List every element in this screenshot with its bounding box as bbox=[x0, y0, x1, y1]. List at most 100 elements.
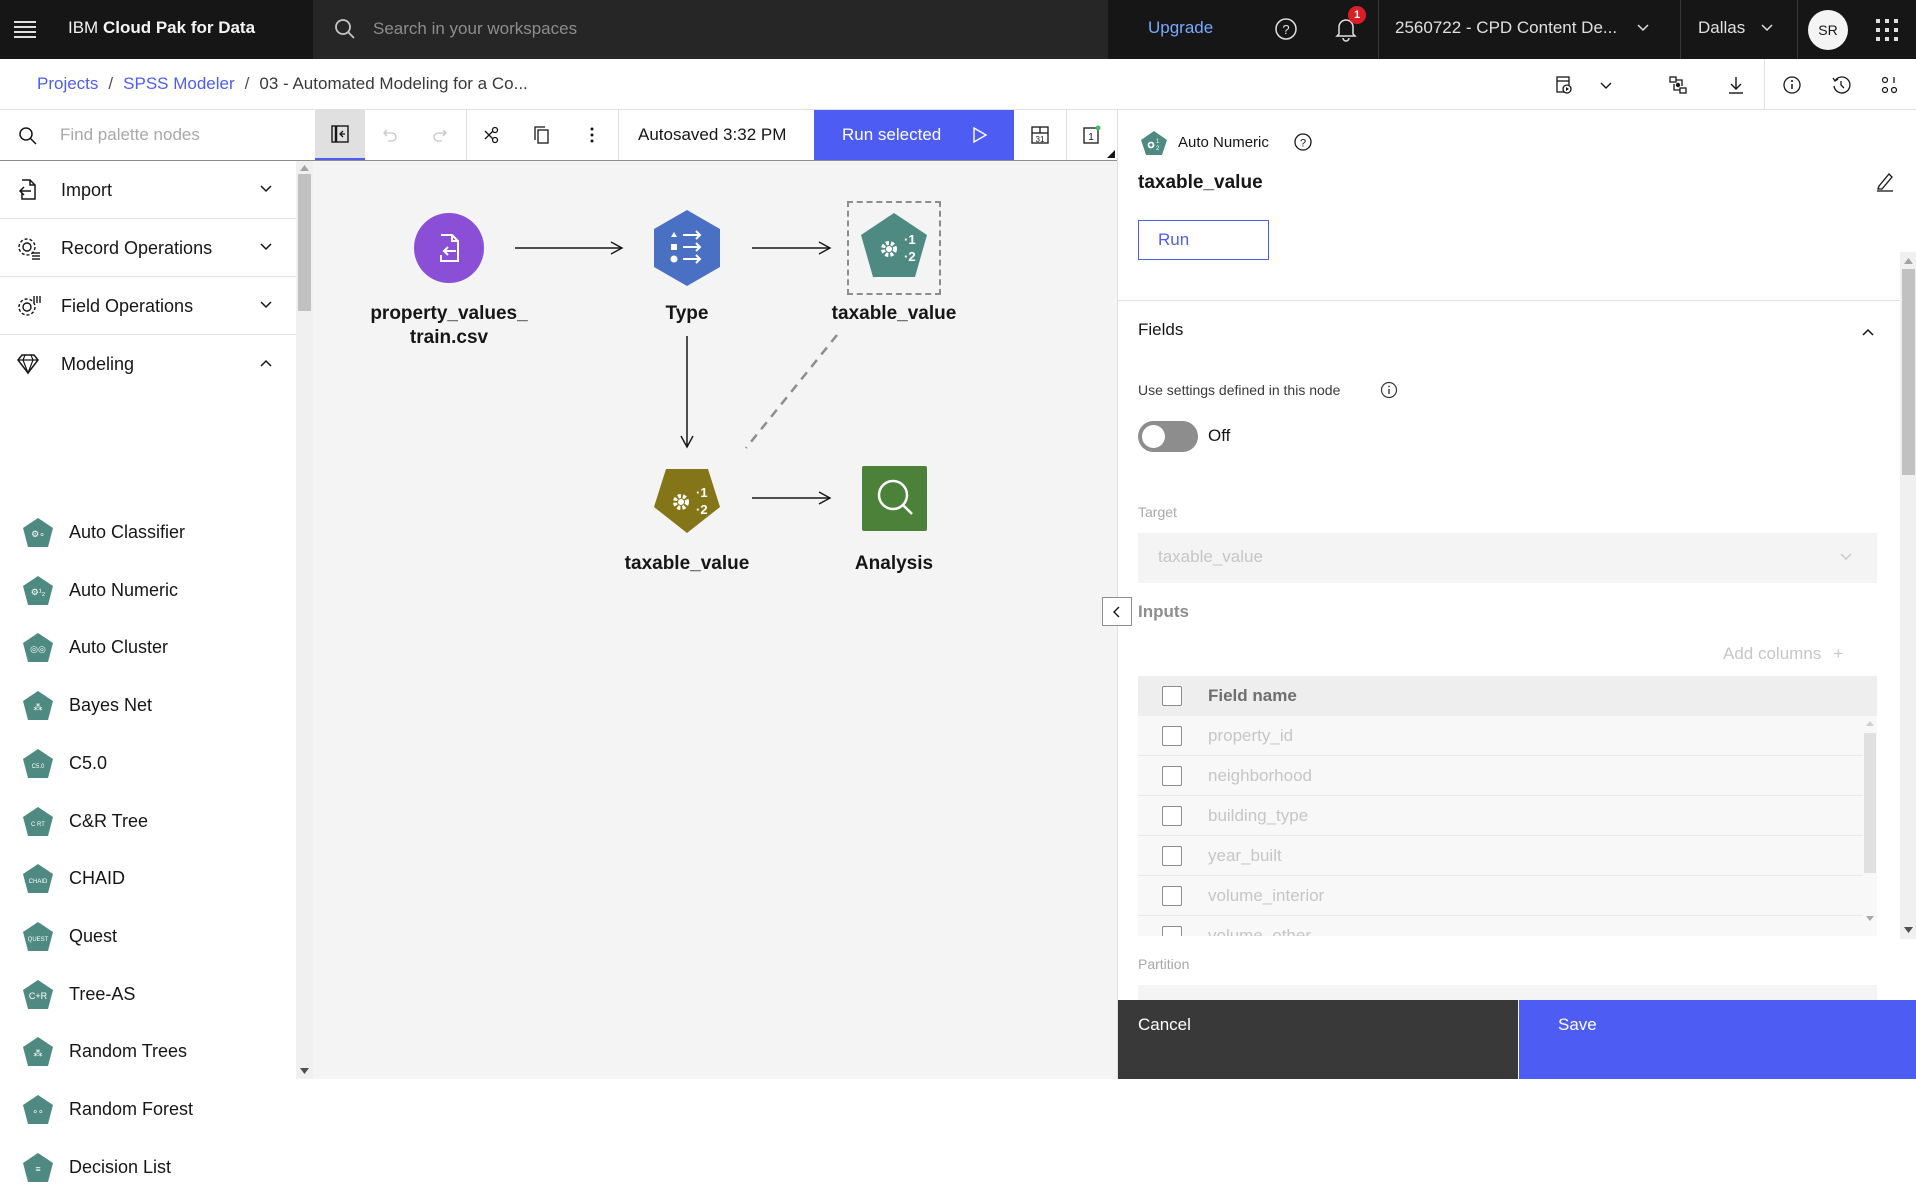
scroll-up-arrow-icon[interactable] bbox=[1904, 258, 1913, 264]
scroll-down-arrow-icon[interactable] bbox=[1904, 927, 1913, 933]
account-switcher[interactable]: 2560722 - CPD Content De... bbox=[1395, 18, 1650, 38]
svg-text:31: 31 bbox=[1036, 135, 1045, 144]
canvas-node-source[interactable] bbox=[414, 213, 484, 283]
help-icon[interactable]: ? bbox=[1274, 17, 1298, 41]
palette-node-chaid[interactable]: CHAID CHAID bbox=[0, 850, 296, 907]
breadcrumb-spss-modeler[interactable]: SPSS Modeler bbox=[123, 74, 235, 93]
help-icon[interactable]: ? bbox=[1293, 132, 1313, 152]
scroll-down-arrow-icon[interactable] bbox=[1866, 916, 1874, 921]
brand-logo[interactable]: IBM Cloud Pak for Data bbox=[68, 18, 255, 38]
palette-category-field-operations[interactable]: Field Operations bbox=[0, 277, 296, 335]
messages-button[interactable]: 1 bbox=[1067, 110, 1117, 160]
toolbar-divider bbox=[618, 110, 619, 160]
flow-canvas[interactable]: property_values_ train.csv Type ·1·2 taxa… bbox=[313, 161, 1117, 1079]
row-checkbox[interactable] bbox=[1162, 926, 1182, 936]
table-scrollbar[interactable] bbox=[1863, 716, 1877, 936]
overflow-menu-button[interactable] bbox=[567, 110, 617, 160]
scrollbar-thumb[interactable] bbox=[298, 174, 311, 311]
download-icon[interactable] bbox=[1726, 75, 1746, 95]
canvas-node-analysis[interactable] bbox=[862, 466, 927, 531]
save-button[interactable]: Save bbox=[1519, 1000, 1916, 1079]
user-avatar[interactable]: SR bbox=[1808, 10, 1848, 50]
chevron-left-icon bbox=[1113, 606, 1120, 617]
palette-node-c-r-tree[interactable]: C RT C&R Tree bbox=[0, 793, 296, 850]
info-icon[interactable] bbox=[1782, 75, 1802, 95]
run-schedule-icon[interactable] bbox=[1554, 75, 1574, 95]
row-checkbox[interactable] bbox=[1162, 846, 1182, 866]
global-search-input[interactable] bbox=[373, 14, 1073, 44]
node-label-line: property_values_ bbox=[370, 303, 528, 324]
row-checkbox[interactable] bbox=[1162, 766, 1182, 786]
scroll-down-arrow-icon[interactable] bbox=[300, 1068, 309, 1074]
info-icon[interactable] bbox=[1380, 381, 1398, 399]
palette-node-decision-list[interactable]: ≡ Decision List bbox=[0, 1139, 296, 1196]
top-header: IBM Cloud Pak for Data Upgrade ? 1 25607… bbox=[0, 0, 1916, 59]
palette-category-import[interactable]: Import bbox=[0, 161, 296, 219]
target-dropdown[interactable]: taxable_value bbox=[1138, 533, 1877, 583]
select-all-checkbox[interactable] bbox=[1162, 686, 1182, 706]
app-switcher-icon[interactable] bbox=[1876, 19, 1898, 41]
edit-pencil-icon[interactable] bbox=[1874, 170, 1896, 192]
autosave-status: Autosaved 3:32 PM bbox=[638, 125, 787, 144]
flow-settings-icon[interactable] bbox=[1668, 75, 1688, 95]
outputs-button[interactable]: 31 bbox=[1015, 110, 1065, 160]
table-row[interactable]: volume_other bbox=[1138, 916, 1863, 936]
add-columns-button[interactable]: Add columns + bbox=[1723, 644, 1843, 664]
model-node-icon: ≡ bbox=[23, 1152, 53, 1182]
header-divider bbox=[1797, 0, 1798, 59]
chevron-down-icon[interactable] bbox=[1596, 75, 1616, 95]
palette-node-auto-cluster[interactable]: ◎◎ Auto Cluster bbox=[0, 619, 296, 676]
palette-node-random-trees[interactable]: ⁂ Random Trees bbox=[0, 1023, 296, 1080]
table-row[interactable]: building_type bbox=[1138, 796, 1863, 836]
fields-section-header[interactable]: Fields bbox=[1138, 320, 1183, 340]
palette-category-modeling[interactable]: Modeling bbox=[0, 335, 296, 393]
palette-node-quest[interactable]: QUEST Quest bbox=[0, 908, 296, 965]
hamburger-menu-icon[interactable] bbox=[14, 18, 36, 40]
redo-button[interactable] bbox=[415, 110, 465, 160]
region-switcher[interactable]: Dallas bbox=[1698, 18, 1774, 38]
canvas-node-type[interactable] bbox=[654, 210, 720, 286]
scroll-up-arrow-icon[interactable] bbox=[300, 165, 309, 171]
link-model-to-nugget-dashed[interactable] bbox=[745, 334, 838, 449]
variables-icon[interactable] bbox=[1880, 75, 1900, 95]
row-checkbox[interactable] bbox=[1162, 886, 1182, 906]
palette-node-random-forest[interactable]: ∘∘ Random Forest bbox=[0, 1081, 296, 1138]
breadcrumb-projects[interactable]: Projects bbox=[37, 74, 98, 93]
palette-category-record-operations[interactable]: Record Operations bbox=[0, 219, 296, 277]
column-header-field-name: Field name bbox=[1208, 686, 1297, 705]
scrollbar-thumb[interactable] bbox=[1902, 269, 1915, 475]
use-settings-toggle[interactable] bbox=[1138, 421, 1198, 452]
table-row[interactable]: neighborhood bbox=[1138, 756, 1863, 796]
canvas-node-auto-numeric-selected[interactable]: ·1·2 bbox=[847, 201, 941, 295]
cut-button[interactable] bbox=[467, 110, 517, 160]
toggle-palette-button[interactable] bbox=[315, 110, 365, 160]
palette-node-c5-0[interactable]: C5.0 C5.0 bbox=[0, 735, 296, 792]
cancel-button[interactable]: Cancel bbox=[1118, 1000, 1518, 1079]
upgrade-link[interactable]: Upgrade bbox=[1148, 18, 1213, 38]
copy-icon bbox=[534, 126, 549, 144]
row-checkbox[interactable] bbox=[1162, 726, 1182, 746]
version-history-icon[interactable] bbox=[1831, 75, 1851, 95]
scroll-up-arrow-icon[interactable] bbox=[1866, 721, 1874, 726]
undo-button[interactable] bbox=[365, 110, 415, 160]
palette-node-bayes-net[interactable]: ⁂ Bayes Net bbox=[0, 677, 296, 734]
node-title: taxable_value bbox=[1138, 172, 1263, 193]
palette-node-label: Tree-AS bbox=[69, 983, 136, 1004]
copy-button[interactable] bbox=[517, 110, 567, 160]
palette-scrollbar[interactable] bbox=[296, 161, 313, 1079]
table-row[interactable]: volume_interior bbox=[1138, 876, 1863, 916]
palette-node-tree-as[interactable]: C+R Tree-AS bbox=[0, 966, 296, 1023]
chevron-up-icon[interactable] bbox=[1860, 324, 1876, 340]
run-node-button[interactable]: Run bbox=[1138, 220, 1269, 260]
row-checkbox[interactable] bbox=[1162, 806, 1182, 826]
scrollbar-thumb[interactable] bbox=[1864, 733, 1876, 873]
table-row[interactable]: year_built bbox=[1138, 836, 1863, 876]
collapse-panel-button[interactable] bbox=[1102, 597, 1132, 626]
palette-node-auto-numeric[interactable]: ⚙¹₂ Auto Numeric bbox=[0, 562, 296, 619]
panel-scrollbar[interactable] bbox=[1900, 252, 1916, 939]
table-row[interactable]: property_id bbox=[1138, 716, 1863, 756]
palette-node-auto-classifier[interactable]: ⚙∘ Auto Classifier bbox=[0, 504, 296, 561]
palette-search-input[interactable] bbox=[60, 122, 290, 148]
run-selected-button[interactable]: Run selected bbox=[814, 110, 1014, 160]
canvas-node-model-nugget[interactable]: ·1·2 bbox=[652, 467, 722, 535]
